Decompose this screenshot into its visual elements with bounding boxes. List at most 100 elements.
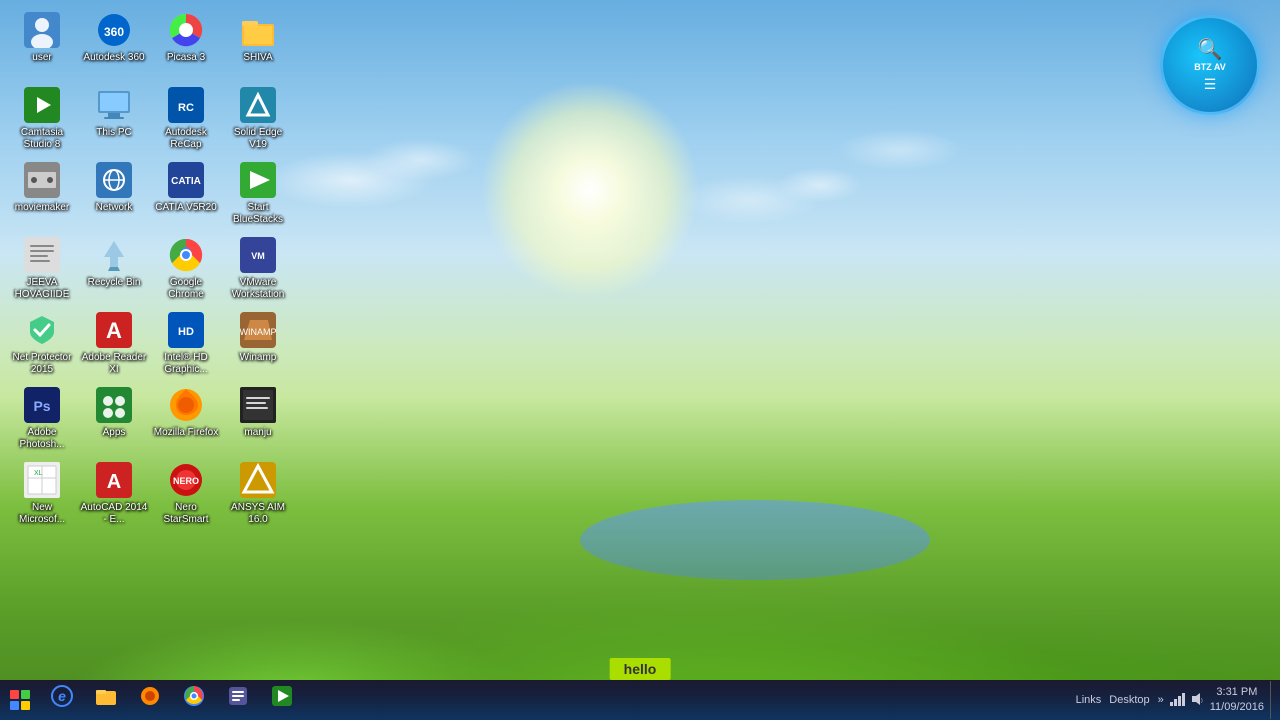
tray-date: 11/09/2016 xyxy=(1210,700,1264,715)
autodesk-recap-label: Autodesk ReCap xyxy=(152,127,220,151)
desktop-icon-apps[interactable]: Apps xyxy=(78,381,150,456)
start-sq2 xyxy=(21,690,30,699)
desktop-icon-shiva[interactable]: SHIVA xyxy=(222,6,294,81)
tray-links-label[interactable]: Links xyxy=(1076,694,1102,706)
start-sq1 xyxy=(10,690,19,699)
explorer-icon xyxy=(95,685,117,713)
autodesk360-label: Autodesk 360 xyxy=(83,52,144,64)
desktop-icon-adobe-reader[interactable]: A Adobe Reader XI xyxy=(78,306,150,381)
desktop-icon-intel[interactable]: HD Intel® HD Graphic... xyxy=(150,306,222,381)
desktop-icon-catia[interactable]: CATIA CATIA V5R20 xyxy=(150,156,222,231)
desktop-icon-recycle[interactable]: Recycle Bin xyxy=(78,231,150,306)
desktop-icon-moviemaker[interactable]: moviemaker xyxy=(6,156,78,231)
nero-icon: NERO xyxy=(166,460,206,500)
mozilla-label: Mozilla Firefox xyxy=(154,427,218,439)
autocad-label: AutoCAD 2014 - E... xyxy=(80,502,148,526)
tray-network-icon[interactable] xyxy=(1170,692,1186,709)
user-icon xyxy=(22,10,62,50)
adobe-reader-icon: A xyxy=(94,310,134,350)
desktop-icon-netprotector[interactable]: Net Protector 2015 xyxy=(6,306,78,381)
firefox-icon xyxy=(139,685,161,713)
desktop-icon-thispc[interactable]: This PC xyxy=(78,81,150,156)
desktop-icon-user[interactable]: user xyxy=(6,6,78,81)
desktop: user 360 Autodesk 360 Pica xyxy=(0,0,1280,720)
autodesk360-icon: 360 xyxy=(94,10,134,50)
chrome-label: Google Chrome xyxy=(152,277,220,301)
start-button[interactable] xyxy=(0,680,40,720)
apps-icon xyxy=(94,385,134,425)
photoshop-icon: Ps xyxy=(22,385,62,425)
tray-desktop-label[interactable]: Desktop xyxy=(1109,694,1149,706)
desktop-icon-network[interactable]: Network xyxy=(78,156,150,231)
svg-text:360: 360 xyxy=(104,25,124,39)
taskbar-app-camtasia[interactable] xyxy=(260,680,304,720)
taskbar-app-firefox[interactable] xyxy=(128,680,172,720)
desktop-icon-jeeva[interactable]: JEEVA HOVAGIIDE xyxy=(6,231,78,306)
svg-text:VM: VM xyxy=(251,251,265,261)
desktop-icon-picasa3[interactable]: Picasa 3 xyxy=(150,6,222,81)
taskbar: e xyxy=(0,680,1280,720)
desktop-icon-vmware[interactable]: VM VMware Workstation xyxy=(222,231,294,306)
task1-icon xyxy=(227,685,249,713)
desktop-icon-excel[interactable]: XL New Microsof... xyxy=(6,456,78,531)
ansys-icon xyxy=(238,460,278,500)
start-sq4 xyxy=(21,701,30,710)
vmware-icon: VM xyxy=(238,235,278,275)
tray-clock[interactable]: 3:31 PM 11/09/2016 xyxy=(1210,685,1264,716)
desktop-icon-camtasia[interactable]: Camtasia Studio 8 xyxy=(6,81,78,156)
top-right-widget[interactable]: 🔍 BTZ AV ☰ xyxy=(1160,15,1260,115)
desktop-icon-nero[interactable]: NERO Nero StarSmart xyxy=(150,456,222,531)
shiva-icon xyxy=(238,10,278,50)
tray-volume-icon[interactable]: ) xyxy=(1190,692,1204,709)
tray-icons: ) xyxy=(1170,692,1204,709)
excel-label: New Microsof... xyxy=(8,502,76,526)
intel-icon: HD xyxy=(166,310,206,350)
desktop-icon-bluestacks[interactable]: Start BlueStacks xyxy=(222,156,294,231)
desktop-icon-photoshop[interactable]: Ps Adobe Photosh... xyxy=(6,381,78,456)
ie-icon: e xyxy=(51,685,73,713)
tray-time: 3:31 PM xyxy=(1216,685,1257,700)
catia-icon: CATIA xyxy=(166,160,206,200)
svg-text:): ) xyxy=(1201,698,1203,704)
widget-menu-icon: ☰ xyxy=(1204,76,1217,93)
picasa3-icon xyxy=(166,10,206,50)
svg-text:Ps: Ps xyxy=(33,398,50,414)
taskbar-app-explorer[interactable] xyxy=(84,680,128,720)
desktop-icon-mozilla[interactable]: Mozilla Firefox xyxy=(150,381,222,456)
jeeva-label: JEEVA HOVAGIIDE xyxy=(8,277,76,301)
start-icon xyxy=(10,690,30,710)
desktop-icon-chrome[interactable]: Google Chrome xyxy=(150,231,222,306)
svg-text:XL: XL xyxy=(34,470,43,477)
picasa3-label: Picasa 3 xyxy=(167,52,205,64)
taskbar-app-task1[interactable] xyxy=(216,680,260,720)
taskbar-app-chrome[interactable] xyxy=(172,680,216,720)
svg-text:RC: RC xyxy=(178,102,194,114)
moviemaker-icon xyxy=(22,160,62,200)
widget-search-icon: 🔍 xyxy=(1198,37,1223,62)
taskbar-app-ie[interactable]: e xyxy=(40,680,84,720)
svg-text:A: A xyxy=(106,318,122,343)
system-tray: Links Desktop » ) xyxy=(1076,680,1280,720)
recycle-icon xyxy=(94,235,134,275)
photoshop-label: Adobe Photosh... xyxy=(8,427,76,451)
camtasia-icon xyxy=(22,85,62,125)
desktop-icon-manju[interactable]: manju xyxy=(222,381,294,456)
show-desktop-button[interactable] xyxy=(1270,681,1276,719)
camtasia-label: Camtasia Studio 8 xyxy=(8,127,76,151)
nero-label: Nero StarSmart xyxy=(152,502,220,526)
desktop-icon-ansys[interactable]: ANSYS AIM 16.0 xyxy=(222,456,294,531)
winamp-icon: WINAMP xyxy=(238,310,278,350)
icons-area: user 360 Autodesk 360 Pica xyxy=(0,0,300,680)
desktop-icon-autocad[interactable]: A AutoCAD 2014 - E... xyxy=(78,456,150,531)
chrome-icon xyxy=(166,235,206,275)
netprotector-icon xyxy=(22,310,62,350)
desktop-icon-winamp[interactable]: WINAMP Winamp xyxy=(222,306,294,381)
chrome-taskbar-icon xyxy=(183,685,205,713)
desktop-icon-autodesk360[interactable]: 360 Autodesk 360 xyxy=(78,6,150,81)
desktop-icon-autodesk-recap[interactable]: RC Autodesk ReCap xyxy=(150,81,222,156)
desktop-icon-solid-edge[interactable]: Solid Edge V19 xyxy=(222,81,294,156)
svg-text:HD: HD xyxy=(178,326,194,338)
tray-expand[interactable]: » xyxy=(1158,694,1164,706)
jeeva-icon xyxy=(22,235,62,275)
vmware-label: VMware Workstation xyxy=(224,277,292,301)
